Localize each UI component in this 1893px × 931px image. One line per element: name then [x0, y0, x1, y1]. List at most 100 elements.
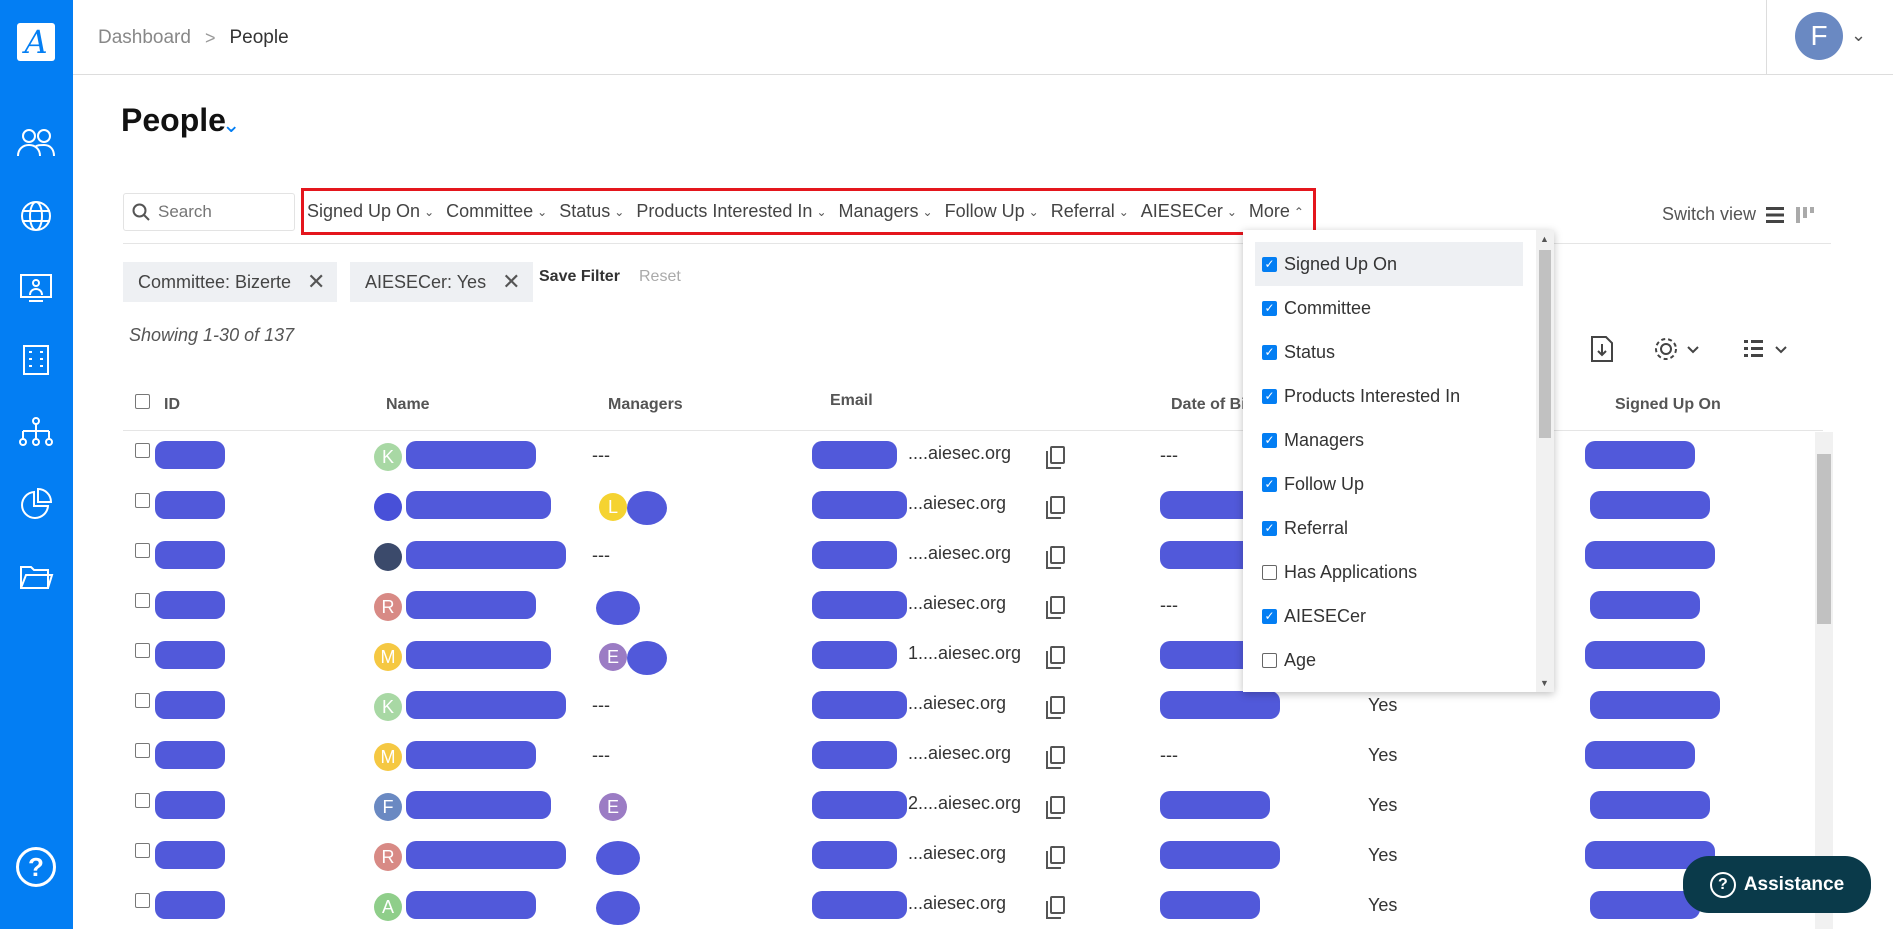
dropdown-scrollbar[interactable]: ▲ ▼ — [1536, 230, 1554, 692]
checkbox[interactable]: ✓ — [1262, 344, 1277, 360]
filter-committee[interactable]: Committee ⌄ — [446, 201, 547, 222]
scrollbar-thumb[interactable] — [1817, 454, 1831, 624]
copy-icon[interactable] — [1046, 496, 1065, 519]
user-menu[interactable]: F ⌄ — [1766, 0, 1893, 75]
copy-icon[interactable] — [1046, 596, 1065, 619]
app-logo[interactable]: A — [17, 23, 55, 61]
col-header-dob[interactable]: Date of Bi — [1171, 396, 1246, 414]
chevron-down-icon[interactable]: ⌄ — [1851, 25, 1866, 46]
column-option[interactable]: ✓ AIESECer — [1255, 594, 1523, 638]
row-checkbox[interactable] — [135, 443, 150, 458]
col-header-id[interactable]: ID — [164, 396, 180, 414]
checkbox[interactable]: ✓ — [1262, 520, 1277, 536]
column-option[interactable]: ✓ Committee — [1255, 286, 1523, 330]
presentation-icon[interactable] — [14, 266, 58, 310]
checkbox[interactable]: ✓ — [1262, 608, 1277, 624]
filter-products-interested-in[interactable]: Products Interested In ⌄ — [636, 201, 826, 222]
copy-icon[interactable] — [1046, 846, 1065, 869]
list-view-icon[interactable] — [1765, 205, 1785, 225]
redacted-email — [812, 741, 897, 769]
copy-icon[interactable] — [1046, 796, 1065, 819]
table-row[interactable]: R ...aiesec.org --- — [0, 581, 1893, 631]
checkbox[interactable]: ✓ — [1262, 432, 1277, 448]
scroll-down-icon[interactable]: ▼ — [1540, 678, 1549, 688]
copy-icon[interactable] — [1046, 896, 1065, 919]
table-row[interactable]: F E 2....aiesec.org Yes — [0, 781, 1893, 831]
column-option[interactable]: ✓ Follow Up — [1255, 462, 1523, 506]
close-icon[interactable]: ✕ — [502, 269, 520, 295]
col-header-signed-up-on[interactable]: Signed Up On — [1615, 396, 1721, 414]
copy-icon[interactable] — [1046, 646, 1065, 669]
checkbox[interactable]: ✓ — [1262, 388, 1277, 404]
assistance-button[interactable]: ? Assistance — [1683, 856, 1871, 913]
copy-icon[interactable] — [1046, 446, 1065, 469]
row-checkbox[interactable] — [135, 893, 150, 908]
table-row[interactable]: M --- ....aiesec.org --- Yes — [0, 731, 1893, 781]
checkbox[interactable] — [1262, 652, 1277, 668]
column-option[interactable]: Has Applications — [1255, 550, 1523, 594]
filter-status[interactable]: Status ⌄ — [559, 201, 624, 222]
settings-icon[interactable] — [1654, 336, 1702, 362]
col-header-managers[interactable]: Managers — [608, 396, 683, 414]
row-checkbox[interactable] — [135, 493, 150, 508]
checkbox[interactable] — [1262, 564, 1277, 580]
column-option[interactable]: ✓ Signed Up On — [1255, 242, 1523, 286]
filter-managers[interactable]: Managers ⌄ — [839, 201, 933, 222]
people-icon[interactable] — [14, 122, 58, 166]
breadcrumb-dashboard[interactable]: Dashboard — [98, 27, 191, 49]
filter-follow-up[interactable]: Follow Up ⌄ — [945, 201, 1039, 222]
close-icon[interactable]: ✕ — [307, 269, 325, 295]
dropdown-scrollbar-thumb[interactable] — [1539, 250, 1551, 438]
export-icon[interactable] — [1590, 335, 1614, 363]
table-row[interactable]: R ...aiesec.org Yes — [0, 831, 1893, 881]
copy-icon[interactable] — [1046, 696, 1065, 719]
filter-referral[interactable]: Referral ⌄ — [1051, 201, 1129, 222]
reset-button[interactable]: Reset — [639, 268, 681, 286]
redacted-signed-up — [1590, 491, 1710, 519]
table-row[interactable]: A ...aiesec.org Yes — [0, 881, 1893, 931]
search-input[interactable] — [158, 202, 288, 222]
row-checkbox[interactable] — [135, 543, 150, 558]
filter-more[interactable]: More ⌃ — [1249, 201, 1304, 222]
redacted-email — [812, 891, 907, 919]
table-row[interactable]: K --- ....aiesec.org --- — [0, 431, 1893, 481]
table-scrollbar[interactable] — [1815, 432, 1833, 929]
checkbox[interactable]: ✓ — [1262, 256, 1277, 272]
select-all-checkbox[interactable] — [135, 394, 150, 409]
table-row[interactable]: L ...aiesec.org — [0, 481, 1893, 531]
row-checkbox[interactable] — [135, 843, 150, 858]
user-avatar[interactable]: F — [1795, 12, 1843, 60]
building-icon[interactable] — [14, 338, 58, 382]
filter-signed-up-on[interactable]: Signed Up On ⌄ — [307, 201, 434, 222]
table-row[interactable]: K --- ...aiesec.org Yes — [0, 681, 1893, 731]
filter-aiesecer[interactable]: AIESECer ⌄ — [1141, 201, 1237, 222]
scroll-up-icon[interactable]: ▲ — [1540, 234, 1549, 244]
search-box[interactable] — [123, 193, 295, 231]
column-option[interactable]: ✓ Referral — [1255, 506, 1523, 550]
copy-icon[interactable] — [1046, 746, 1065, 769]
col-header-email[interactable]: Email — [830, 392, 873, 410]
copy-icon[interactable] — [1046, 546, 1065, 569]
redacted-signed-up — [1585, 641, 1705, 669]
email-domain: ...aiesec.org — [908, 843, 1007, 863]
row-checkbox[interactable] — [135, 643, 150, 658]
row-checkbox[interactable] — [135, 743, 150, 758]
row-checkbox[interactable] — [135, 693, 150, 708]
save-filter-button[interactable]: Save Filter — [539, 268, 620, 286]
title-chevron-down-icon[interactable]: ⌄ — [222, 112, 240, 138]
column-option[interactable]: Age — [1255, 638, 1523, 682]
columns-icon[interactable] — [1742, 336, 1790, 362]
column-option[interactable]: ✓ Status — [1255, 330, 1523, 374]
table-row[interactable]: --- ....aiesec.org — [0, 531, 1893, 581]
board-view-icon[interactable] — [1795, 205, 1815, 225]
checkbox[interactable]: ✓ — [1262, 476, 1277, 492]
globe-icon[interactable] — [14, 194, 58, 238]
column-option[interactable]: ✓ Managers — [1255, 418, 1523, 462]
row-checkbox[interactable] — [135, 593, 150, 608]
col-header-name[interactable]: Name — [386, 396, 430, 414]
table-row[interactable]: M E 1....aiesec.org — [0, 631, 1893, 681]
checkbox[interactable]: ✓ — [1262, 300, 1277, 316]
top-bar: Dashboard > People F ⌄ — [73, 0, 1893, 75]
column-option[interactable]: ✓ Products Interested In — [1255, 374, 1523, 418]
row-checkbox[interactable] — [135, 793, 150, 808]
